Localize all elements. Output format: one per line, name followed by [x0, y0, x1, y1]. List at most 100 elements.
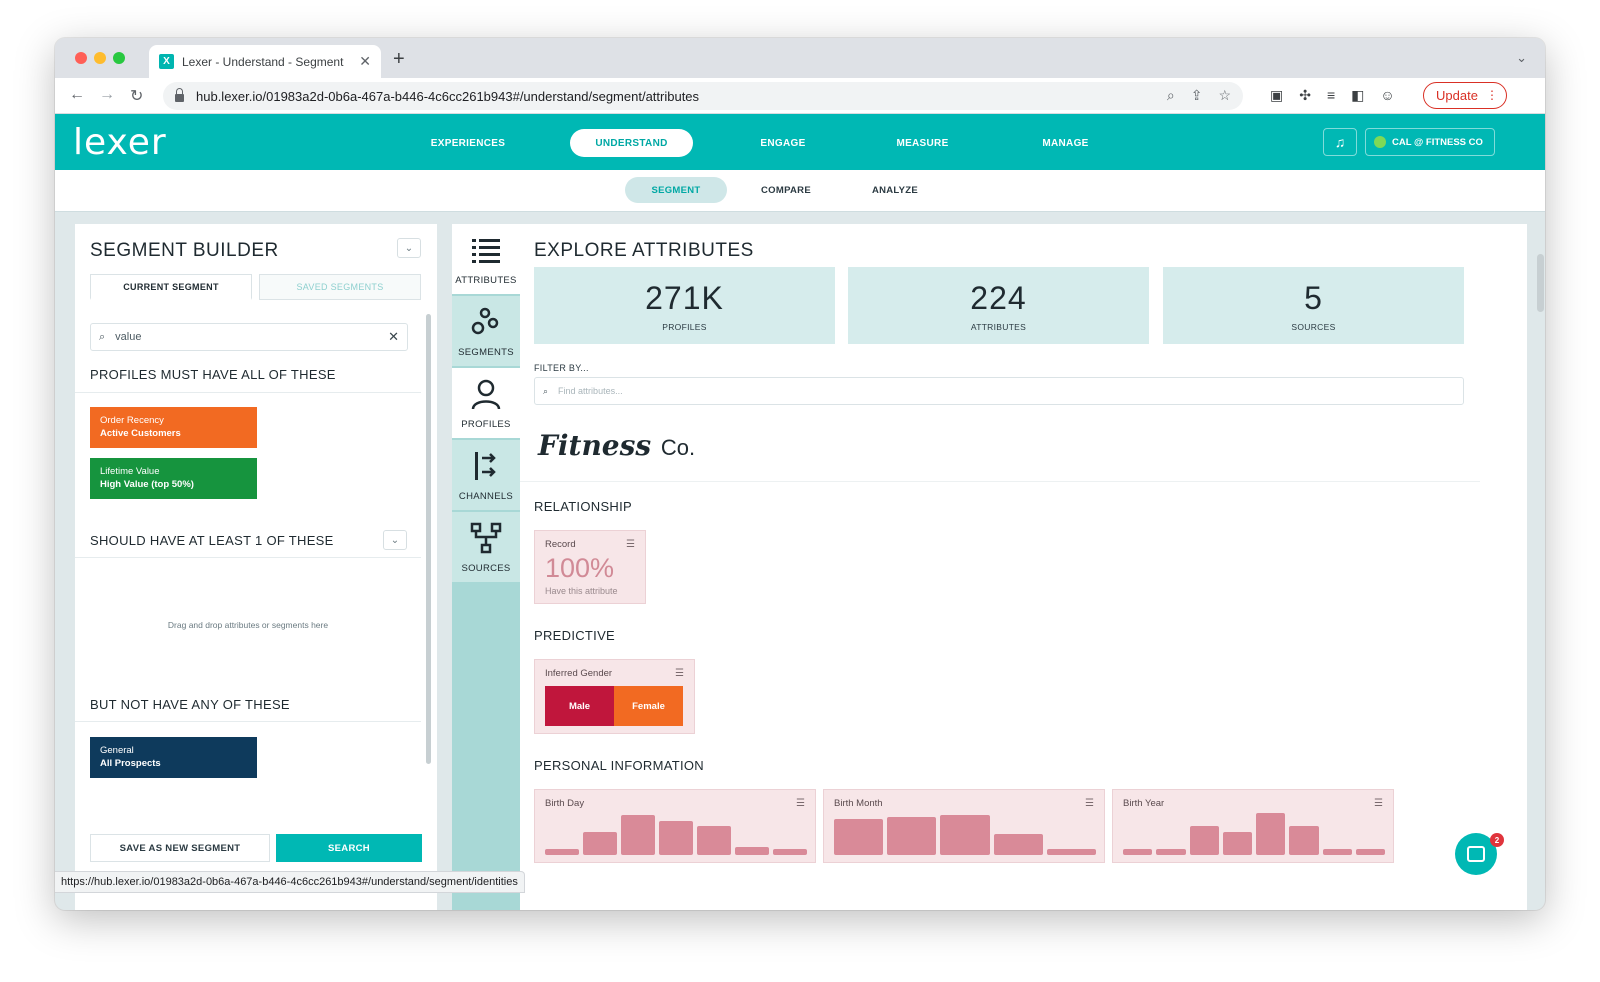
record-percentage: 100%: [545, 553, 615, 583]
histogram-bar[interactable]: [583, 832, 617, 855]
chat-badge: 2: [1490, 833, 1504, 847]
tab-compare[interactable]: COMPARE: [745, 177, 827, 203]
histogram-bar[interactable]: [1289, 826, 1319, 855]
histogram-bar[interactable]: [834, 819, 884, 855]
gender-female-segment[interactable]: Female: [614, 686, 683, 726]
update-label: Update: [1436, 88, 1478, 103]
rail-channels[interactable]: CHANNELS: [452, 440, 520, 510]
builder-scrollbar[interactable]: [426, 314, 431, 764]
account-switcher[interactable]: CAL @ FITNESS CO: [1365, 128, 1495, 156]
new-tab-icon[interactable]: +: [393, 48, 405, 71]
browser-toolbar: ← → ↻ hub.lexer.io/01983a2d-0b6a-467a-b4…: [55, 78, 1545, 114]
tab-search-chevron-icon[interactable]: ⌄: [1516, 50, 1527, 66]
histogram-bar[interactable]: [1222, 832, 1252, 855]
stat-attributes: 224 ATTRIBUTES: [848, 267, 1149, 344]
maximize-window-button[interactable]: [113, 52, 125, 64]
tab-analyze[interactable]: ANALYZE: [855, 177, 935, 203]
back-icon[interactable]: ←: [69, 86, 85, 104]
card-menu-icon[interactable]: ☰: [796, 798, 805, 809]
nav-engage[interactable]: ENGAGE: [743, 129, 823, 157]
side-panel-icon[interactable]: ◧: [1351, 87, 1364, 104]
profile-avatar-icon[interactable]: ☺: [1380, 87, 1394, 104]
segment-chip[interactable]: Lifetime Value High Value (top 50%): [90, 458, 257, 499]
forward-icon[interactable]: →: [99, 86, 115, 104]
card-menu-icon[interactable]: ☰: [626, 539, 635, 550]
card-title: Record: [545, 539, 576, 550]
extensions-puzzle-icon[interactable]: ✣: [1299, 87, 1311, 104]
close-tab-icon[interactable]: ✕: [359, 53, 371, 70]
chip-value: All Prospects: [100, 758, 161, 769]
histogram-bar[interactable]: [1355, 849, 1385, 855]
explore-scrollbar[interactable]: [1537, 254, 1544, 312]
url-text: hub.lexer.io/01983a2d-0b6a-467a-b446-4c6…: [196, 88, 700, 104]
nav-experiences[interactable]: EXPERIENCES: [418, 129, 518, 157]
inferred-gender-card[interactable]: Inferred Gender ☰ Male Female: [534, 659, 695, 734]
account-name: CAL @ FITNESS CO: [1392, 136, 1483, 148]
birth-year-card[interactable]: Birth Year ☰: [1112, 789, 1394, 863]
chip-title: Order Recency: [100, 415, 164, 426]
save-as-new-segment-button[interactable]: SAVE AS NEW SEGMENT: [90, 834, 270, 862]
stat-value: 5: [1304, 279, 1323, 316]
sub-nav: SEGMENT COMPARE ANALYZE: [55, 170, 1545, 212]
gender-male-segment[interactable]: Male: [545, 686, 614, 726]
histogram-bar[interactable]: [887, 817, 937, 855]
tab-segment[interactable]: SEGMENT: [625, 177, 727, 203]
card-menu-icon[interactable]: ☰: [675, 668, 684, 679]
card-menu-icon[interactable]: ☰: [1374, 798, 1383, 809]
clear-search-icon[interactable]: ✕: [388, 329, 399, 345]
zoom-icon[interactable]: ⌕: [1167, 87, 1175, 104]
histogram-bar[interactable]: [735, 847, 769, 855]
attribute-filter-input[interactable]: ⌕ Find attributes...: [534, 377, 1464, 405]
extension-f-icon[interactable]: ▣: [1270, 87, 1283, 104]
rail-attributes[interactable]: ATTRIBUTES: [452, 224, 520, 294]
record-attribute-card[interactable]: Record ☰ 100% Have this attribute: [534, 530, 646, 604]
reading-list-icon[interactable]: ≡: [1327, 87, 1335, 104]
fitness-co-logo: Fitness Co.: [538, 429, 695, 462]
rail-profiles[interactable]: PROFILES: [452, 368, 520, 438]
lexer-logo[interactable]: lexer: [73, 122, 167, 163]
search-button[interactable]: SEARCH: [276, 834, 422, 862]
close-window-button[interactable]: [75, 52, 87, 64]
nav-understand[interactable]: UNDERSTAND: [570, 129, 693, 157]
chevron-down-icon[interactable]: ⌄: [397, 238, 421, 258]
segment-search-input[interactable]: ⌕ value ✕: [90, 323, 408, 351]
histogram-bar[interactable]: [940, 815, 990, 855]
tab-saved-segments[interactable]: SAVED SEGMENTS: [259, 274, 421, 300]
share-icon[interactable]: ⇪: [1191, 87, 1203, 104]
minimize-window-button[interactable]: [94, 52, 106, 64]
address-bar[interactable]: hub.lexer.io/01983a2d-0b6a-467a-b446-4c6…: [163, 82, 1243, 110]
browser-tab[interactable]: X Lexer - Understand - Segment ✕: [149, 45, 381, 78]
histogram-bar[interactable]: [1189, 826, 1219, 855]
card-menu-icon[interactable]: ☰: [1085, 798, 1094, 809]
histogram-bar[interactable]: [659, 821, 693, 855]
histogram-bar[interactable]: [697, 826, 731, 855]
histogram-bar[interactable]: [773, 849, 807, 855]
notifications-bell-icon[interactable]: ♫: [1323, 128, 1357, 156]
segment-chip[interactable]: Order Recency Active Customers: [90, 407, 257, 448]
nav-manage[interactable]: MANAGE: [1023, 129, 1108, 157]
histogram-bar[interactable]: [1046, 849, 1096, 855]
histogram-bar[interactable]: [1156, 849, 1186, 855]
drop-zone-hint[interactable]: Drag and drop attributes or segments her…: [75, 620, 421, 630]
histogram-bar[interactable]: [545, 849, 579, 855]
histogram-bar[interactable]: [1322, 849, 1352, 855]
tab-current-segment[interactable]: CURRENT SEGMENT: [90, 274, 252, 300]
bookmark-star-icon[interactable]: ☆: [1218, 87, 1231, 104]
chevron-down-icon[interactable]: ⌄: [383, 530, 407, 550]
update-button[interactable]: Update ⋮: [1423, 82, 1507, 109]
browser-window: X Lexer - Understand - Segment ✕ + ⌄ ← →…: [55, 38, 1545, 910]
histogram-bar[interactable]: [1123, 849, 1153, 855]
nav-measure[interactable]: MEASURE: [880, 129, 965, 157]
segment-chip[interactable]: General All Prospects: [90, 737, 257, 778]
birth-day-card[interactable]: Birth Day ☰: [534, 789, 816, 863]
chip-title: General: [100, 745, 134, 756]
more-menu-icon[interactable]: ⋮: [1486, 88, 1498, 102]
histogram-bar[interactable]: [993, 834, 1043, 855]
histogram-bar[interactable]: [1256, 813, 1286, 855]
rail-segments[interactable]: SEGMENTS: [452, 296, 520, 366]
reload-icon[interactable]: ↻: [130, 86, 143, 106]
chip-title: Lifetime Value: [100, 466, 160, 477]
birth-month-card[interactable]: Birth Month ☰: [823, 789, 1105, 863]
histogram-bar[interactable]: [621, 815, 655, 855]
rail-sources[interactable]: SOURCES: [452, 512, 520, 582]
